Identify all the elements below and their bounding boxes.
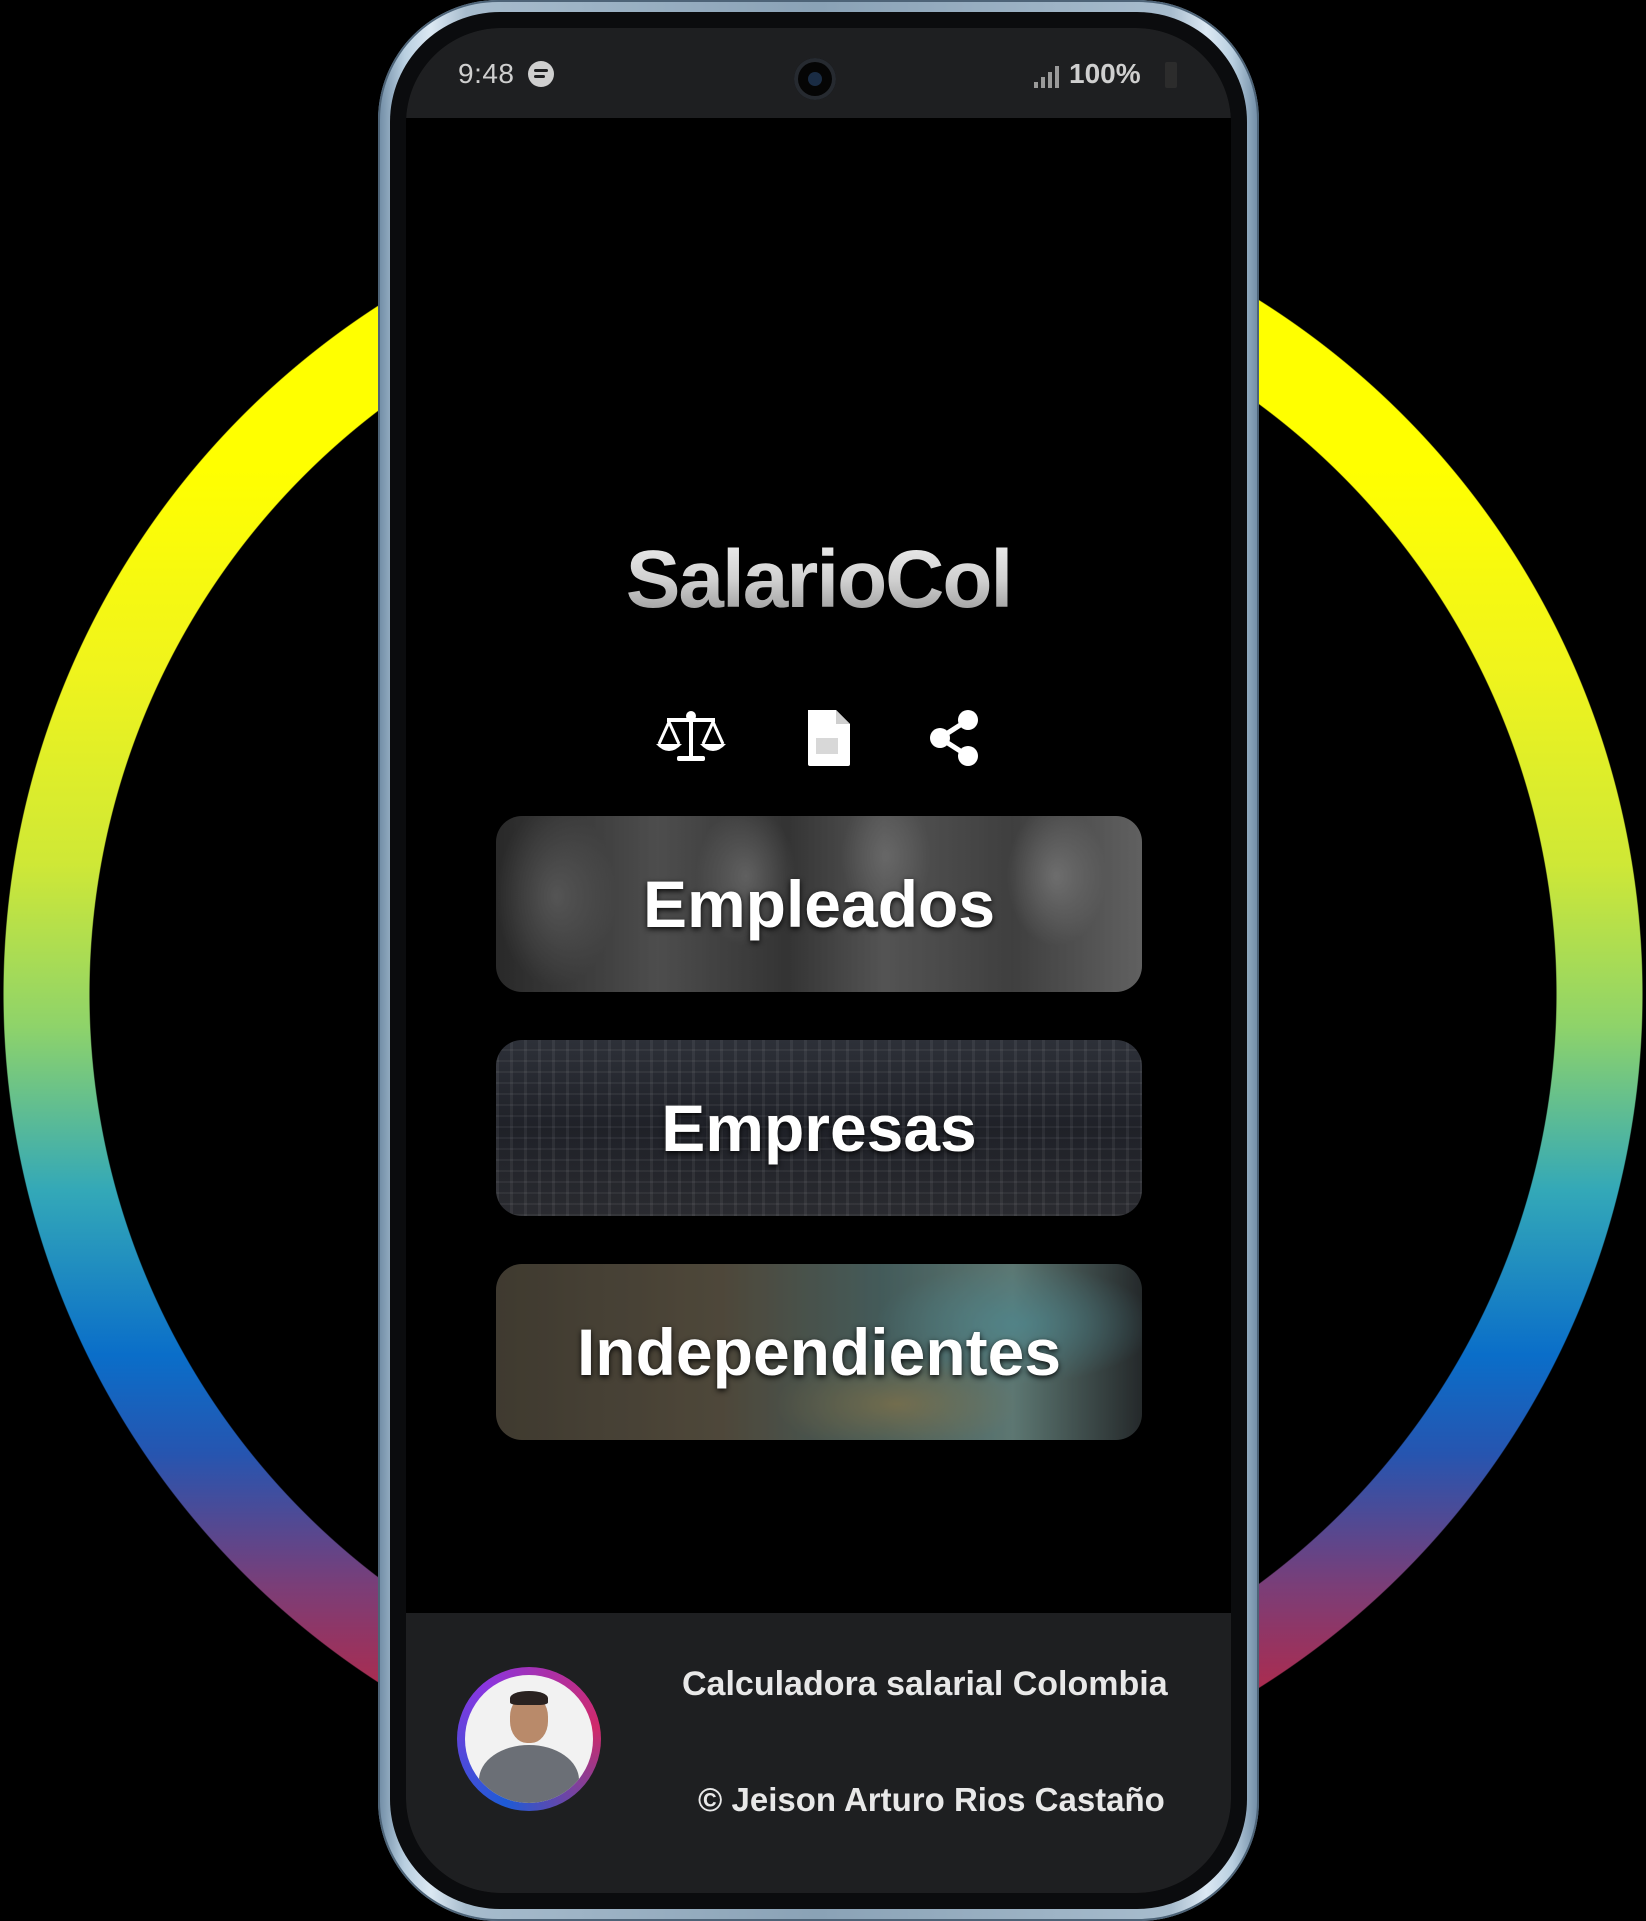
footer: Calculadora salarial Colombia © Jeison A…	[406, 1613, 1231, 1893]
avatar-body	[479, 1745, 579, 1803]
status-time: 9:48	[458, 58, 515, 89]
document-icon[interactable]	[804, 708, 854, 768]
status-bar: 9:48 100%	[406, 28, 1231, 118]
phone-frame: 9:48 100% SalarioCol Empleados Empresas …	[378, 0, 1259, 1921]
battery-icon	[1165, 62, 1177, 88]
scale-icon[interactable]	[653, 708, 729, 768]
independientes-button[interactable]: Independientes	[496, 1264, 1142, 1440]
empresas-button[interactable]: Empresas	[496, 1040, 1142, 1216]
promo-stage: 9:48 100% SalarioCol Empleados Empresas …	[0, 0, 1646, 1921]
footer-title: Calculadora salarial Colombia	[682, 1665, 1168, 1703]
share-icon[interactable]	[926, 708, 982, 768]
footer-author: © Jeison Arturo Rios Castaño	[698, 1781, 1165, 1818]
header-actions	[406, 708, 1231, 778]
battery-percentage: 100%	[1069, 58, 1141, 89]
front-camera	[794, 58, 836, 100]
empleados-label: Empleados	[642, 867, 996, 941]
signal-icon	[1034, 66, 1059, 88]
avatar[interactable]	[457, 1667, 601, 1811]
empresas-label: Empresas	[661, 1091, 977, 1165]
independientes-label: Independientes	[576, 1315, 1062, 1389]
empleados-button[interactable]: Empleados	[496, 816, 1142, 992]
app-logo: SalarioCol	[406, 533, 1231, 627]
avatar-photo	[465, 1675, 593, 1803]
phone-screen: 9:48 100% SalarioCol Empleados Empresas …	[406, 28, 1231, 1893]
avatar-hair	[510, 1691, 548, 1705]
spotify-icon	[528, 61, 554, 87]
